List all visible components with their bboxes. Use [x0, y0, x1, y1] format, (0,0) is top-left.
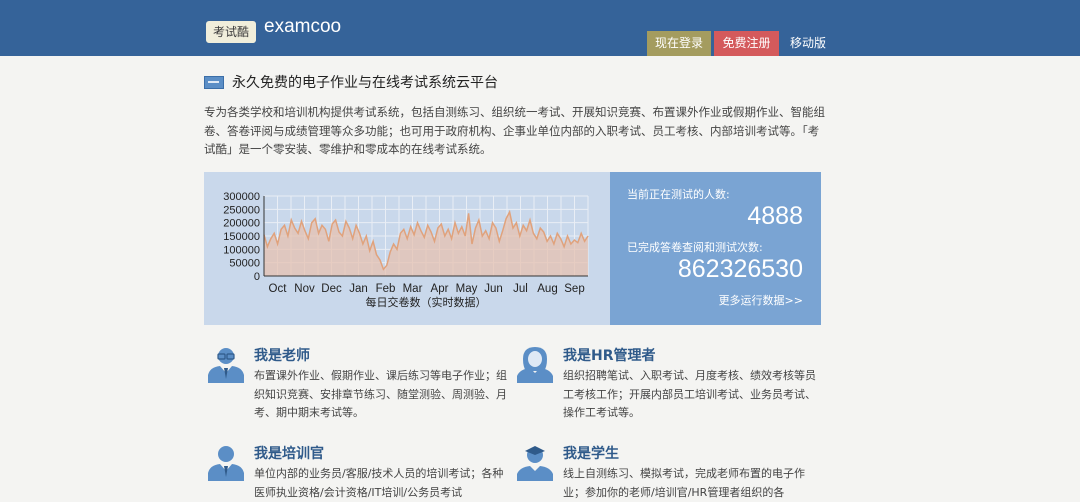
stats-panel: 当前正在测试的人数: 4888 已完成答卷查阅和测试次数: 862326530 …	[610, 172, 821, 325]
intro-paragraph: 专为各类学校和培训机构提供考试系统，包括自测练习、组织统一考试、开展知识竞赛、布…	[204, 105, 825, 156]
testing-count-label: 当前正在测试的人数:	[627, 188, 730, 201]
role-student-title[interactable]: 我是学生	[563, 443, 619, 463]
login-button[interactable]: 现在登录	[647, 31, 711, 56]
daily-submissions-chart: 0 50000 100000 150000 200000 250000 300000 Oct N…	[204, 172, 610, 325]
trainer-icon	[208, 446, 244, 481]
x-tick-label: Mar	[403, 283, 423, 295]
role-hr-title[interactable]: 我是HR管理者	[563, 345, 656, 365]
x-tick-label: Feb	[376, 283, 396, 295]
x-tick-label: Jun	[484, 283, 503, 295]
role-student-description: 线上自测练习、模拟考试，完成老师布置的电子作业；参加你的老师/培训官/HR管理者…	[563, 467, 805, 499]
role-trainer-description: 单位内部的业务员/客服/技术人员的培训考试；各种医师执业资格/会计资格/IT培训…	[254, 467, 504, 499]
x-tick-label: Jul	[513, 283, 528, 295]
x-tick-label: Dec	[321, 283, 342, 295]
role-teacher-description: 布置课外作业、假期作业、课后练习等电子作业；组织知识竞赛、安排章节练习、随堂测验…	[254, 369, 507, 419]
role-trainer-title[interactable]: 我是培训官	[254, 443, 324, 463]
hr-manager-icon	[517, 347, 553, 383]
role-hr-description: 组织招聘笔试、入职考试、月度考核、绩效考核等员工考核工作；开展内部员工培训考试、…	[563, 369, 816, 419]
register-button[interactable]: 免费注册	[714, 31, 779, 56]
student-icon	[517, 446, 553, 481]
x-tick-label: May	[456, 283, 478, 295]
y-tick-label: 300000	[223, 191, 260, 203]
x-axis-label: 每日交卷数（实时数据）	[366, 295, 487, 309]
chart-svg: 050000 100000150000200000 250000300000 Oct N…	[223, 191, 589, 309]
stats-section: 0 50000 100000 150000 200000 250000 300000 Oct N…	[204, 172, 821, 325]
completed-count-value: 862326530	[677, 255, 803, 283]
tagline-card-icon	[204, 75, 224, 89]
x-tick-label: Nov	[294, 283, 315, 295]
y-tick-label: 150000	[223, 231, 260, 243]
role-teacher-title[interactable]: 我是老师	[254, 345, 310, 365]
y-tick-label: 50000	[229, 258, 260, 270]
teacher-icon	[208, 348, 244, 383]
x-tick-label: Apr	[431, 283, 449, 295]
site-logo[interactable]: 考试酷	[206, 21, 256, 43]
y-tick-label: 100000	[223, 244, 260, 256]
y-tick-label: 200000	[223, 218, 260, 230]
x-tick-label: Oct	[269, 283, 288, 295]
x-tick-label: Sep	[564, 283, 584, 295]
testing-count-value: 4888	[747, 202, 803, 230]
y-tick-label: 0	[254, 271, 260, 283]
x-tick-label: Jan	[349, 283, 368, 295]
y-tick-label: 250000	[223, 204, 260, 216]
tagline-text: 永久免费的电子作业与在线考试系统云平台	[232, 75, 498, 91]
mobile-version-link[interactable]: 移动版	[782, 31, 834, 56]
more-stats-link[interactable]: 更多运行数据>>	[719, 292, 803, 308]
completed-count-label: 已完成答卷查阅和测试次数:	[627, 241, 763, 254]
brand-name[interactable]: examcoo	[264, 16, 341, 38]
x-tick-label: Aug	[537, 283, 557, 295]
tagline: 永久免费的电子作业与在线考试系统云平台	[204, 72, 498, 92]
top-navigation-bar: 考试酷 examcoo 现在登录 免费注册 移动版	[0, 0, 1080, 56]
